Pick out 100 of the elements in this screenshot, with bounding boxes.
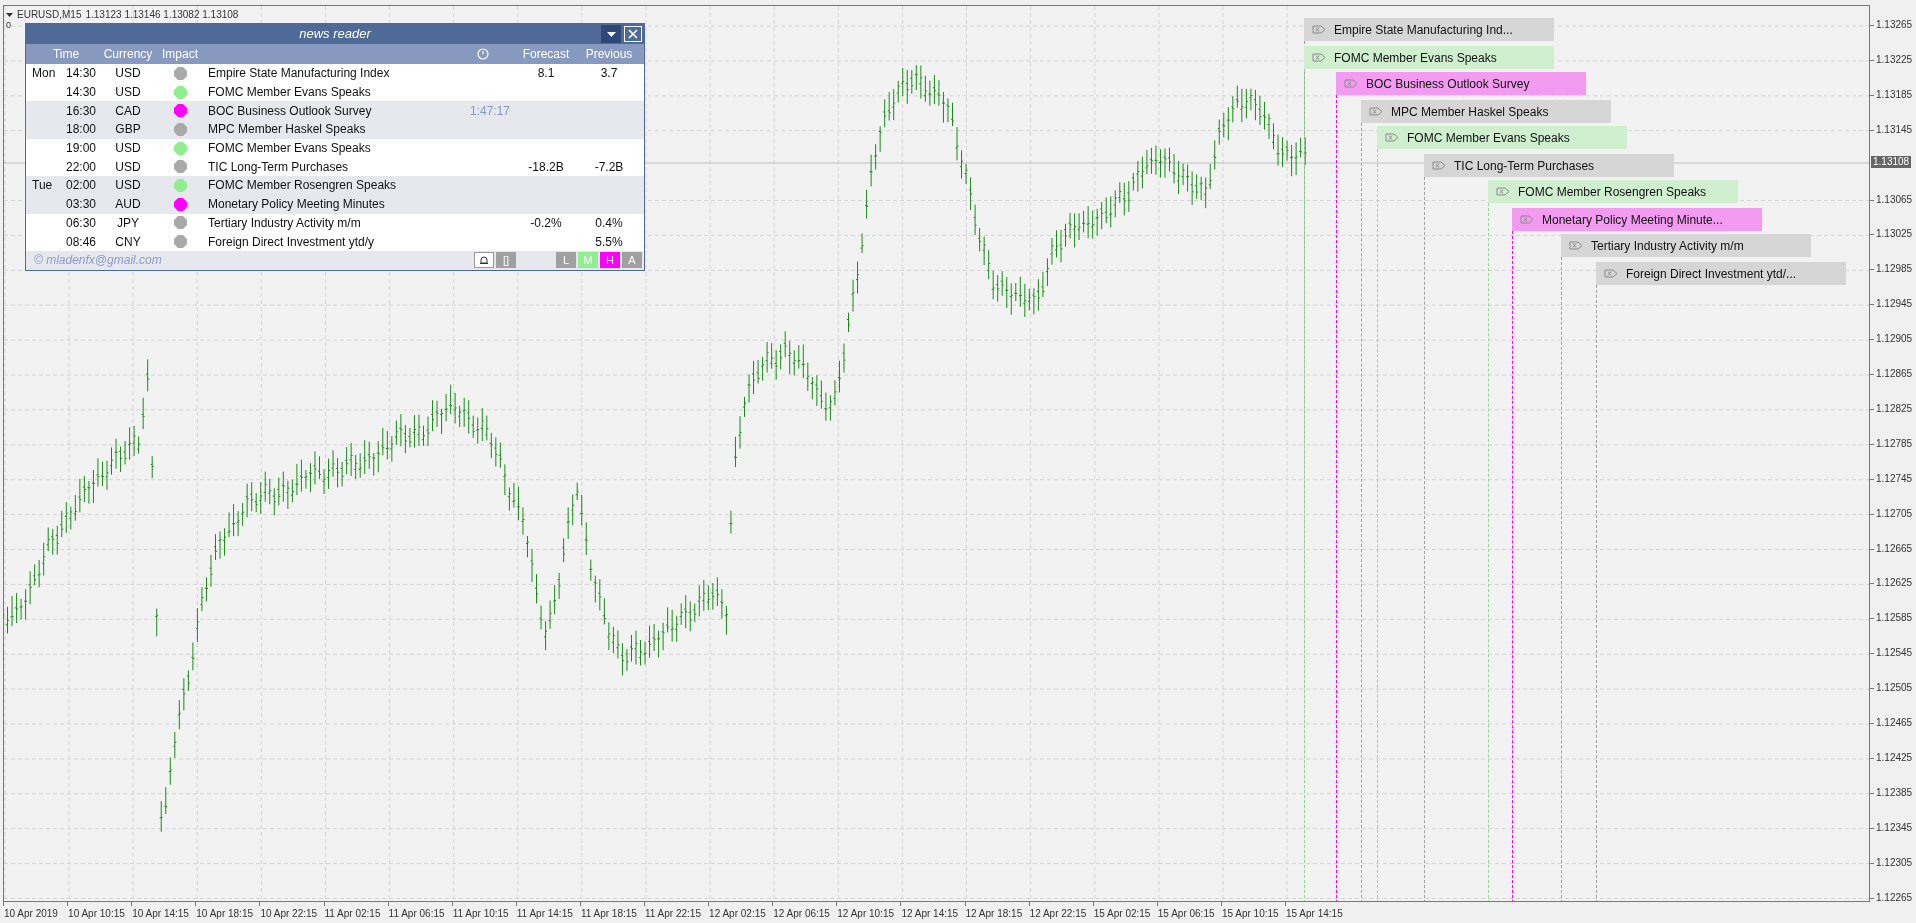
- price-label: 1.12265: [1876, 891, 1913, 904]
- price-label: 1.12345: [1876, 821, 1913, 834]
- currency-cell-text: CAD: [114, 102, 142, 120]
- tag-icon: [1369, 107, 1383, 116]
- time-cell-text: 14:30: [65, 84, 97, 102]
- time-label: 10 Apr 10:15: [68, 907, 125, 921]
- time-label: 11 Apr 18:15: [580, 907, 637, 921]
- price-label: 1.12385: [1876, 786, 1913, 799]
- price-label: 1.12865: [1876, 368, 1913, 380]
- time-label: 15 Apr 14:15: [1286, 907, 1343, 921]
- news-row[interactable]: 16:30 CAD BOC Business Outlook Survey 1:47:17: [26, 101, 644, 121]
- event-cell-text: Foreign Direct Investment ytd/y: [207, 233, 376, 251]
- tag-icon: [1569, 241, 1583, 250]
- current-price-label: 1.13108: [1871, 156, 1912, 168]
- tag-icon: [1496, 187, 1510, 196]
- time-label: 12 Apr 14:15: [901, 907, 959, 921]
- time-cell-text: 02:00: [65, 177, 97, 195]
- event-title: Monetary Policy Meeting Minute...: [1542, 211, 1723, 229]
- event-marker-label[interactable]: BOC Business Outlook Survey: [1336, 72, 1586, 95]
- caret-icon[interactable]: [6, 12, 13, 17]
- time-cell-text: 14:30: [65, 65, 97, 83]
- forecast-cell: -18.2B: [528, 159, 564, 174]
- price-label: 1.12745: [1876, 472, 1913, 485]
- price-label: 1.12905: [1876, 333, 1913, 346]
- time-label: 10 Apr 14:15: [132, 907, 189, 921]
- price-label: 1.13145: [1876, 123, 1913, 136]
- event-marker-label[interactable]: TIC Long-Term Purchases: [1424, 154, 1674, 177]
- tag-icon: [1604, 269, 1618, 278]
- time-cell-text: 18:00: [65, 121, 97, 139]
- column-header: Previous: [584, 46, 634, 63]
- price-label: 1.12305: [1876, 856, 1913, 869]
- close-icon: [628, 29, 638, 39]
- time-cell-text: 06:30: [65, 214, 97, 232]
- news-row[interactable]: Tue 02:00 USD FOMC Member Rosengren Speaks: [26, 176, 644, 195]
- alert-button[interactable]: [474, 252, 494, 269]
- forecast-cell: -0.2%: [530, 215, 562, 230]
- event-title: FOMC Member Evans Speaks: [1334, 49, 1497, 67]
- price-label: 1.12585: [1876, 612, 1913, 625]
- close-button[interactable]: [624, 26, 642, 42]
- event-title: MPC Member Haskel Speaks: [1391, 103, 1549, 121]
- time-cell-text: 16:30: [65, 102, 97, 120]
- event-marker-label[interactable]: Tertiary Industry Activity m/m: [1561, 234, 1811, 257]
- time-label: 15 Apr 06:15: [1157, 907, 1215, 921]
- event-marker-label[interactable]: Monetary Policy Meeting Minute...: [1512, 208, 1762, 231]
- panel-title: news reader: [299, 25, 371, 44]
- countdown-cell: 1:47:17: [469, 103, 510, 118]
- time-label: 11 Apr 06:15: [388, 907, 445, 921]
- price-label: 1.12705: [1876, 507, 1913, 520]
- time-label: 10 Apr 2019: [4, 907, 58, 921]
- column-header: Time: [51, 46, 81, 63]
- previous-cell: -7.2B: [594, 159, 624, 174]
- price-label: 1.13225: [1876, 53, 1913, 66]
- event-title: Foreign Direct Investment ytd/...: [1626, 265, 1797, 283]
- bell-icon: [479, 255, 489, 266]
- event-cell-text: FOMC Member Evans Speaks: [207, 84, 372, 102]
- event-title: Empire State Manufacturing Ind...: [1334, 21, 1513, 39]
- tag-icon: [1344, 79, 1358, 88]
- subwindow-label: 0: [6, 19, 11, 32]
- price-label: 1.12985: [1876, 263, 1913, 276]
- price-label: 1.13025: [1876, 228, 1913, 241]
- currency-cell-text: USD: [114, 84, 142, 102]
- event-marker-label[interactable]: Foreign Direct Investment ytd/...: [1596, 262, 1846, 285]
- price-label: 1.12665: [1876, 542, 1913, 555]
- event-cell-text: FOMC Member Evans Speaks: [207, 140, 372, 158]
- time-cell-text: 19:00: [65, 140, 97, 158]
- event-marker-label[interactable]: MPC Member Haskel Speaks: [1361, 100, 1611, 123]
- price-label: 1.13065: [1876, 193, 1913, 206]
- time-label: 15 Apr 10:15: [1221, 907, 1279, 921]
- news-row[interactable]: 18:00 GBP MPC Member Haskel Speaks: [26, 120, 644, 139]
- event-cell-text: Monetary Policy Meeting Minutes: [207, 196, 386, 214]
- event-cell-text: Tertiary Industry Activity m/m: [207, 214, 362, 232]
- time-label: 10 Apr 22:15: [260, 907, 318, 921]
- time-label: 12 Apr 22:15: [1029, 907, 1087, 921]
- column-header: Currency: [102, 46, 154, 63]
- event-marker-label[interactable]: FOMC Member Rosengren Speaks: [1488, 180, 1738, 203]
- event-marker-label[interactable]: FOMC Member Evans Speaks: [1377, 126, 1627, 149]
- event-title: FOMC Member Evans Speaks: [1407, 129, 1570, 147]
- forecast-cell: 8.1: [537, 66, 555, 81]
- time-label: 12 Apr 06:15: [773, 907, 830, 921]
- time-label: 11 Apr 02:15: [324, 907, 381, 921]
- tag-icon: [1432, 161, 1446, 170]
- column-header: Impact: [161, 46, 199, 63]
- price-label: 1.13265: [1876, 19, 1913, 31]
- previous-cell: 3.7: [600, 66, 618, 81]
- currency-cell-text: USD: [114, 177, 142, 195]
- tag-icon: [1312, 53, 1326, 62]
- currency-cell-text: USD: [114, 140, 142, 158]
- event-marker-label[interactable]: Empire State Manufacturing Ind...: [1304, 18, 1554, 41]
- time-cell-text: 03:30: [65, 196, 97, 214]
- event-title: BOC Business Outlook Survey: [1366, 75, 1530, 93]
- event-marker-label[interactable]: FOMC Member Evans Speaks: [1304, 46, 1554, 69]
- caret-icon: [606, 31, 616, 37]
- currency-cell-text: USD: [114, 65, 142, 83]
- currency-cell-text: USD: [114, 158, 142, 176]
- tag-icon: [1312, 25, 1326, 34]
- price-label: 1.13185: [1876, 88, 1913, 101]
- currency-cell-text: CNY: [114, 233, 142, 251]
- tag-icon: [1385, 133, 1399, 142]
- price-label: 1.12425: [1876, 751, 1913, 764]
- dropdown-button[interactable]: [601, 25, 621, 43]
